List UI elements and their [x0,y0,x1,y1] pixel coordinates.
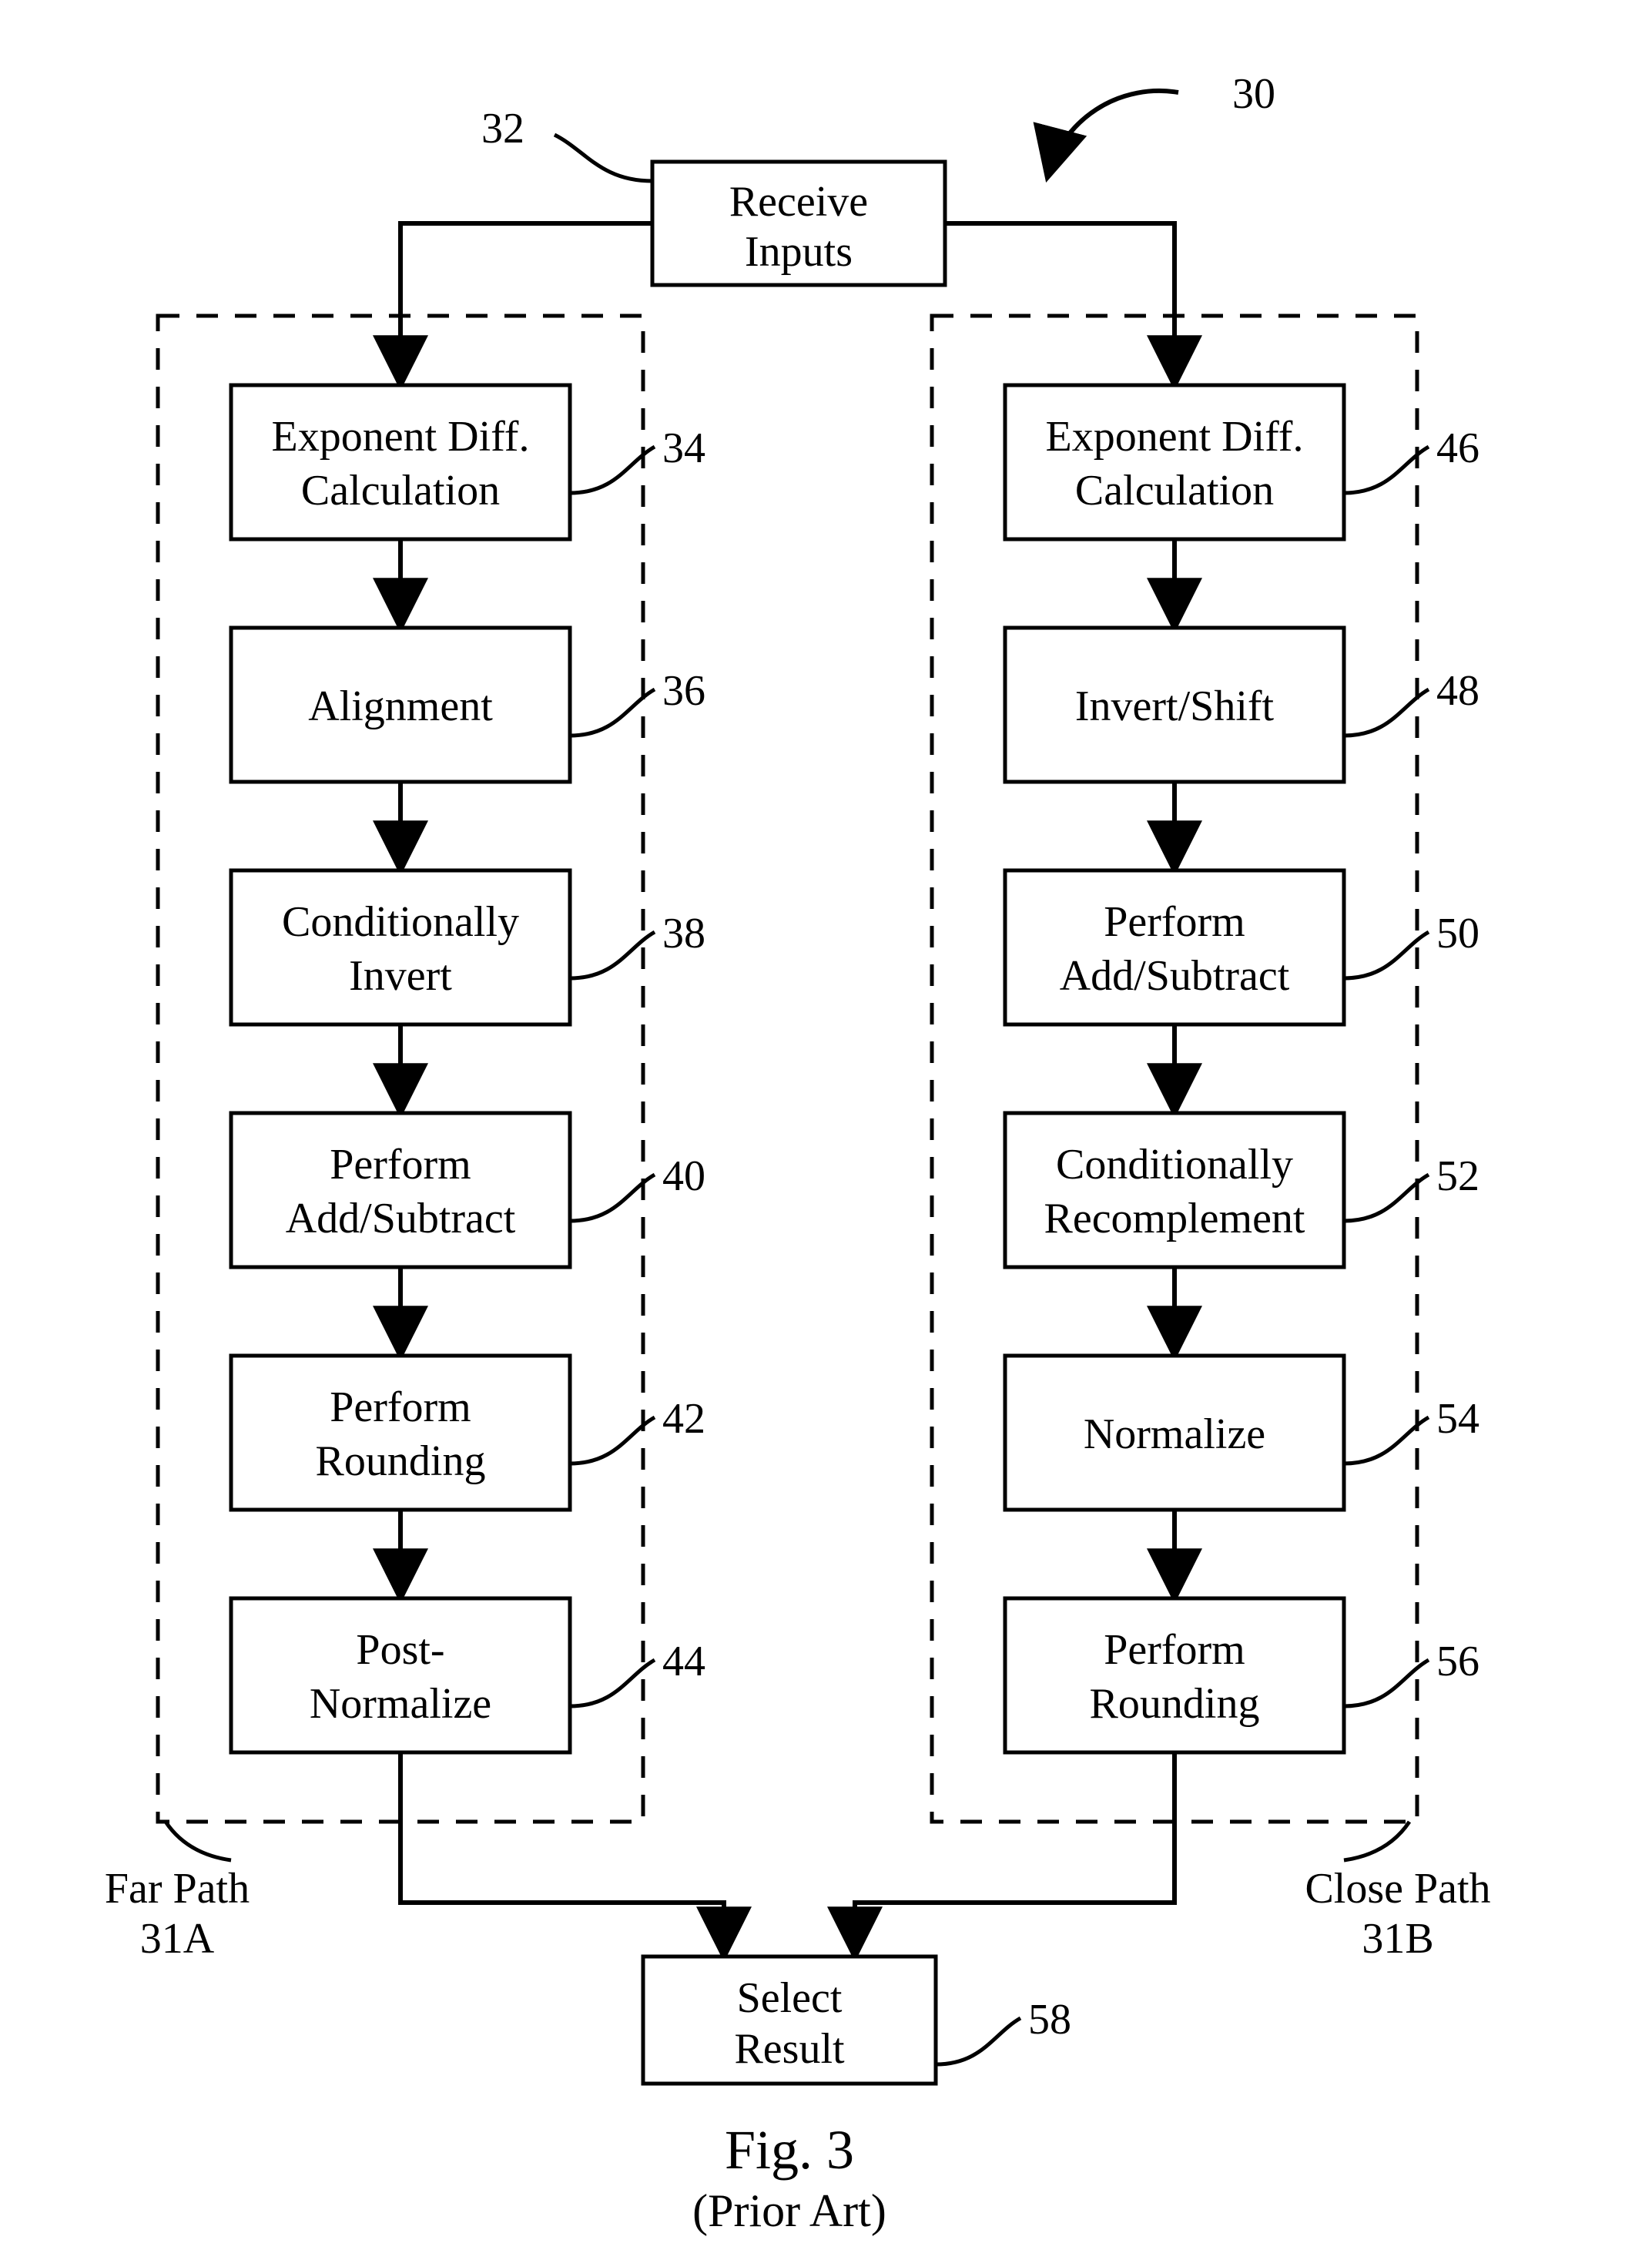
far-step-5-ref: 44 [662,1638,705,1685]
close-step-3-ref: 52 [1436,1152,1479,1200]
close-step-5-ref: 56 [1436,1638,1479,1685]
far-step-2-line2: Invert [349,952,452,1000]
close-step-0: Exponent Diff. Calculation [1005,385,1344,539]
far-step-3: Perform Add/Subtract [231,1113,570,1267]
close-step-5-line2: Rounding [1090,1680,1260,1728]
close-step-1-line1: Invert/Shift [1075,682,1275,730]
close-step-4: Normalize [1005,1356,1344,1510]
select-result-box: Select Result [643,1957,936,2084]
ref-32: 32 [481,105,524,153]
far-path-label-line2: 31A [140,1915,215,1963]
far-step-0-line1: Exponent Diff. [272,413,530,461]
close-step-4-line1: Normalize [1084,1410,1265,1458]
far-path-label-leader [166,1822,231,1860]
receive-inputs-box: Receive Inputs [652,162,945,285]
close-step-0-line1: Exponent Diff. [1046,413,1304,461]
edge-close-to-select [855,1752,1174,1957]
ref-30: 30 [1232,70,1275,118]
far-step-4-line1: Perform [330,1383,471,1431]
far-step-0-line2: Calculation [301,467,500,515]
edge-start-to-close [945,223,1174,385]
select-result-line2: Result [734,2025,845,2073]
figure-label-line2: (Prior Art) [692,2185,886,2236]
far-step-3-ref: 40 [662,1152,705,1200]
edge-far-to-select [400,1752,724,1957]
close-path-label-line1: Close Path [1305,1865,1490,1913]
far-path-label-line1: Far Path [105,1865,250,1913]
ref-58: 58 [1028,1996,1071,2044]
far-step-4: Perform Rounding [231,1356,570,1510]
far-step-1-ref: 36 [662,667,705,715]
far-step-5-line1: Post- [356,1626,444,1674]
ref-30-arc [1047,91,1178,177]
edge-start-to-far [400,223,652,385]
far-step-5-line2: Normalize [310,1680,491,1728]
receive-inputs-line1: Receive [729,178,868,226]
flowchart-svg: 30 Receive Inputs 32 Exponent Diff. Calc… [0,0,1652,2256]
close-step-1: Invert/Shift [1005,628,1344,782]
far-step-0-ref: 34 [662,424,705,472]
close-step-3-line1: Conditionally [1056,1141,1293,1189]
ref-58-leader [936,2018,1020,2064]
close-step-2-line1: Perform [1104,898,1245,946]
far-step-2-ref: 38 [662,910,705,957]
close-step-0-ref: 46 [1436,424,1479,472]
select-result-line1: Select [737,1974,843,2022]
far-step-0: Exponent Diff. Calculation [231,385,570,539]
far-step-4-ref: 42 [662,1395,705,1443]
close-step-3-line2: Recomplement [1044,1195,1305,1242]
close-step-0-line2: Calculation [1075,467,1274,515]
far-step-2-line1: Conditionally [282,898,519,946]
close-step-1-ref: 48 [1436,667,1479,715]
figure-label-line1: Fig. 3 [725,2119,854,2181]
close-step-2-line2: Add/Subtract [1060,952,1290,1000]
receive-inputs-line2: Inputs [745,228,853,276]
far-step-4-line2: Rounding [316,1437,486,1485]
far-step-5: Post- Normalize [231,1598,570,1752]
close-step-3: Conditionally Recomplement [1005,1113,1344,1267]
ref-32-leader [555,135,652,181]
far-step-3-line2: Add/Subtract [286,1195,516,1242]
close-step-5-line1: Perform [1104,1626,1245,1674]
flowchart-figure: 30 Receive Inputs 32 Exponent Diff. Calc… [0,0,1652,2256]
far-step-1-line1: Alignment [308,682,493,730]
far-step-1: Alignment [231,628,570,782]
close-step-5: Perform Rounding [1005,1598,1344,1752]
far-step-3-line1: Perform [330,1141,471,1189]
far-step-2: Conditionally Invert [231,870,570,1024]
close-step-4-ref: 54 [1436,1395,1479,1443]
close-path-label-leader [1344,1822,1409,1860]
close-step-2: Perform Add/Subtract [1005,870,1344,1024]
close-path-label-line2: 31B [1362,1915,1433,1963]
close-step-2-ref: 50 [1436,910,1479,957]
